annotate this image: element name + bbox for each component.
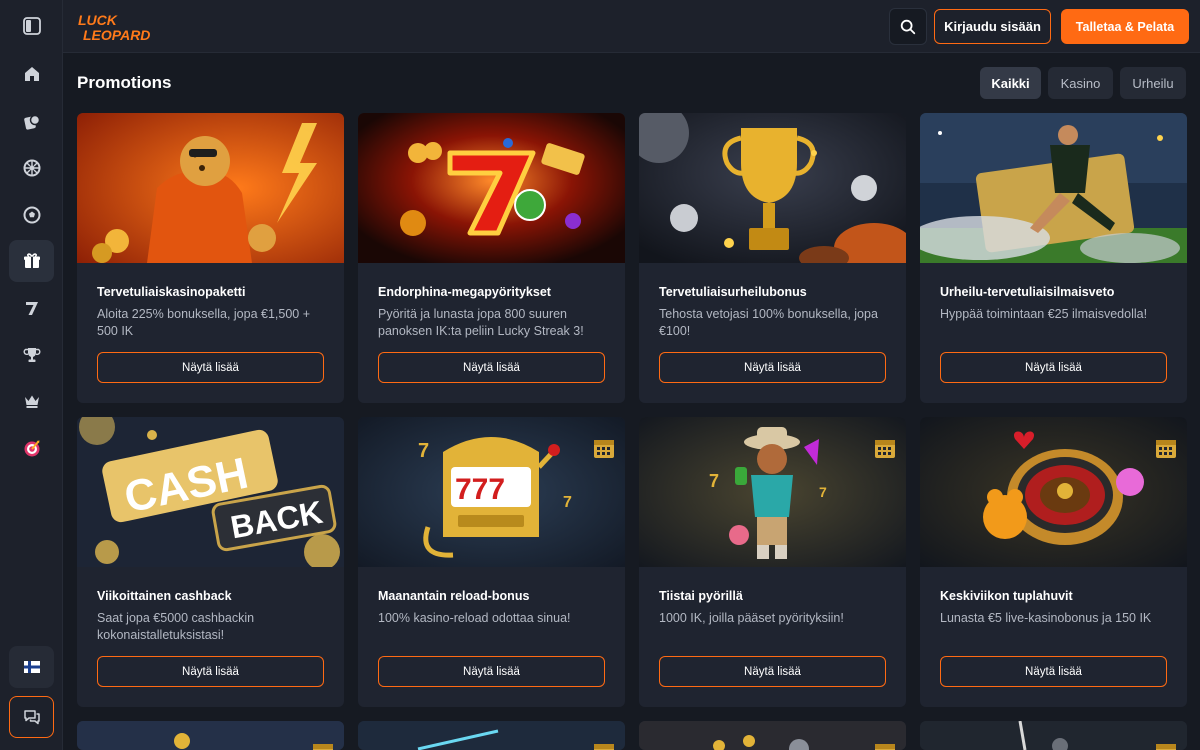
sidebar [0,0,63,750]
top-header: LUCK LEOPARD Kirjaudu sisään Talletaa & … [63,0,1200,53]
show-more-button[interactable]: Näytä lisää [378,352,605,383]
promo-description: 1000 IK, joilla pääset pyörityksiin! [659,611,844,625]
promo-title: Tervetuliaiskasinopaketti [97,285,246,299]
promo-title: Tervetuliaisurheilubonus [659,285,807,299]
calendar-icon [594,440,614,458]
calendar-icon [875,744,895,750]
promo-title: Endorphina-megapyöritykset [378,285,551,299]
promo-title: Viikoittainen cashback [97,589,232,603]
calendar-icon [1156,440,1176,458]
calendar-icon [875,440,895,458]
casino-chips-icon[interactable] [9,101,54,143]
promo-card: Endorphina-megapyöritykset Pyöritä ja lu… [358,113,625,403]
promo-image-cashback: CASH BACK [77,417,344,567]
crown-icon[interactable] [9,380,54,422]
promo-image-trophy [639,113,906,263]
show-more-button[interactable]: Näytä lisää [659,352,886,383]
filter-tab-all[interactable]: Kaikki [980,67,1041,99]
filter-tab-casino[interactable]: Kasino [1048,67,1113,99]
svg-text:LUCK: LUCK [78,12,118,28]
panel-toggle-icon[interactable] [9,5,54,47]
show-more-button[interactable]: Näytä lisää [940,656,1167,687]
promo-image-lucky-seven [358,113,625,263]
calendar-icon [1156,744,1176,750]
svg-text:7: 7 [418,440,429,462]
promo-description: 100% kasino-reload odottaa sinua! [378,611,571,625]
search-icon [900,19,916,34]
promo-card-partial [639,721,906,750]
promo-image-leopard [77,113,344,263]
promo-card-partial [358,721,625,750]
target-icon[interactable] [9,427,54,469]
page-title: Promotions [77,73,172,92]
promo-description: Aloita 225% bonuksella, jopa €1,500 + 50… [97,307,311,338]
promo-card: Tervetuliaiskasinopaketti Aloita 225% bo… [77,113,344,403]
svg-text:7: 7 [709,471,719,491]
promo-image-footballer [920,113,1187,263]
promo-title: Urheilu-tervetuliaisilmaisveto [940,285,1115,299]
home-icon[interactable] [9,53,54,95]
promo-card-partial [77,721,344,750]
promo-card: 777 7 7 Maanantain reload-bonus 100% kas… [358,417,625,707]
calendar-icon [594,744,614,750]
promo-description: Lunasta €5 live-kasinobonus ja 150 IK [940,611,1152,625]
show-more-button[interactable]: Näytä lisää [659,656,886,687]
show-more-button[interactable]: Näytä lisää [97,656,324,687]
promo-card-partial [920,721,1187,750]
promo-image-cowboy: 7 7 [639,417,906,567]
luck-leopard-logo[interactable]: LUCK LEOPARD [77,11,157,43]
promo-card: Tervetuliaisurheilubonus Tehosta vetojas… [639,113,906,403]
show-more-button[interactable]: Näytä lisää [97,352,324,383]
deposit-and-play-button[interactable]: Talletaa & Pelata [1061,9,1189,44]
calendar-icon [313,744,333,750]
svg-text:7: 7 [819,484,827,500]
promo-card: CASH BACK Viikoittainen cashback Saat jo… [77,417,344,707]
show-more-button[interactable]: Näytä lisää [940,352,1167,383]
search-button[interactable] [889,8,927,45]
promo-title: Keskiviikon tuplahuvit [940,589,1073,603]
promo-description: Tehosta vetojasi 100% bonuksella, jopa €… [659,307,878,338]
filter-tab-sports[interactable]: Urheilu [1120,67,1186,99]
svg-text:7: 7 [563,494,572,511]
gift-icon[interactable] [9,240,54,282]
promo-image-roulette [920,417,1187,567]
promo-title: Tiistai pyörillä [659,589,743,603]
show-more-button[interactable]: Näytä lisää [378,656,605,687]
svg-text:777: 777 [455,473,505,506]
chat-icon[interactable] [9,696,54,738]
lucky-seven-icon[interactable] [9,287,54,329]
promo-card: Keskiviikon tuplahuvit Lunasta €5 live-k… [920,417,1187,707]
login-button[interactable]: Kirjaudu sisään [934,9,1051,44]
soccer-ball-icon[interactable] [9,194,54,236]
trophy-icon[interactable] [9,334,54,376]
svg-text:LEOPARD: LEOPARD [83,27,150,43]
promo-description: Hyppää toimintaan €25 ilmaisvedolla! [940,307,1148,321]
finnish-flag-icon[interactable] [9,646,54,688]
promo-card: 7 7 Tiistai pyörillä 1000 IK, joilla pää… [639,417,906,707]
promo-image-slot-machine: 777 7 7 [358,417,625,567]
promo-description: Saat jopa €5000 cashbackin kokonaistalle… [97,611,255,642]
promo-description: Pyöritä ja lunasta jopa 800 suuren panok… [378,307,584,338]
promo-title: Maanantain reload-bonus [378,589,530,603]
promo-card: Urheilu-tervetuliaisilmaisveto Hyppää to… [920,113,1187,403]
roulette-icon[interactable] [9,147,54,189]
